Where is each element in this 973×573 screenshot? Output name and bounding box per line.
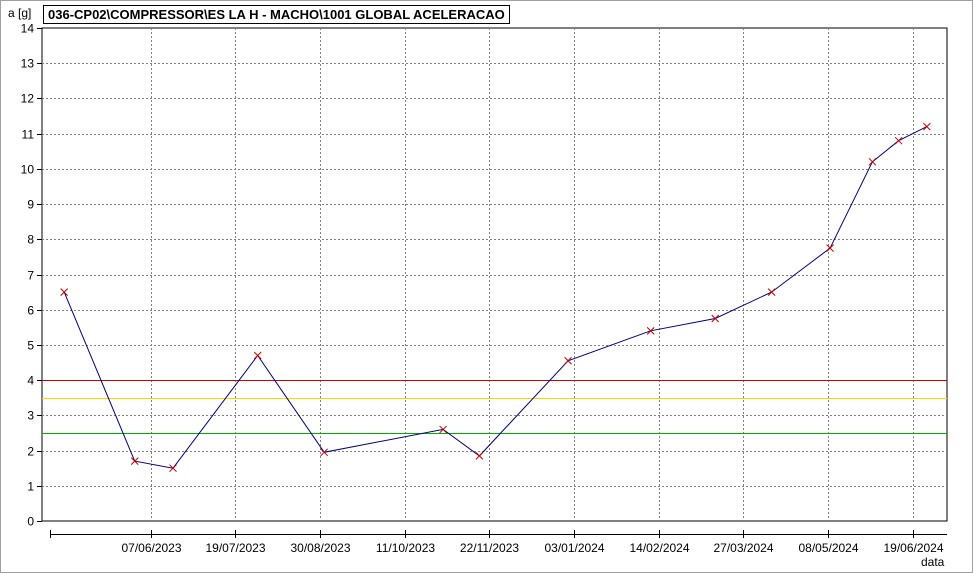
x-tick-label: 19/06/2024 [883, 541, 943, 555]
x-tick-label: 30/08/2023 [290, 541, 350, 555]
x-tick-label: 14/02/2024 [629, 541, 689, 555]
y-tick-label: 3 [27, 409, 34, 423]
y-tick-label: 10 [21, 163, 35, 177]
x-tick-label: 19/07/2023 [205, 541, 265, 555]
y-tick-label: 11 [22, 128, 35, 142]
y-tick-label: 4 [27, 374, 34, 388]
chart-title: 036-CP02\COMPRESSOR\ES LA H - MACHO\1001… [43, 5, 510, 24]
y-axis-label: a [g] [8, 6, 32, 20]
y-tick-label: 12 [21, 92, 35, 106]
x-tick-label: 08/05/2024 [798, 541, 858, 555]
plot-area [41, 27, 948, 522]
y-tick-label: 0 [27, 515, 34, 529]
y-tick-label: 1 [27, 480, 34, 494]
y-tick-label: 6 [27, 304, 34, 318]
x-tick-label: 11/10/2023 [376, 541, 435, 555]
y-tick-label: 2 [27, 445, 34, 459]
x-axis-label: data [921, 555, 945, 569]
x-tick-label: 22/11/2023 [460, 541, 519, 555]
x-tick-label: 03/01/2024 [544, 541, 604, 555]
x-tick-label: 07/06/2023 [121, 541, 181, 555]
y-tick-label: 8 [27, 233, 34, 247]
chart-canvas: 0123456789101112131407/06/2023 19/07/2023… [21, 22, 948, 555]
y-tick-label: 13 [21, 57, 35, 71]
y-tick-label: 9 [27, 198, 34, 212]
y-tick-label: 5 [27, 339, 34, 353]
y-tick-label: 7 [27, 269, 34, 283]
y-tick-label: 14 [21, 22, 35, 36]
x-tick-label: 27/03/2024 [713, 541, 773, 555]
